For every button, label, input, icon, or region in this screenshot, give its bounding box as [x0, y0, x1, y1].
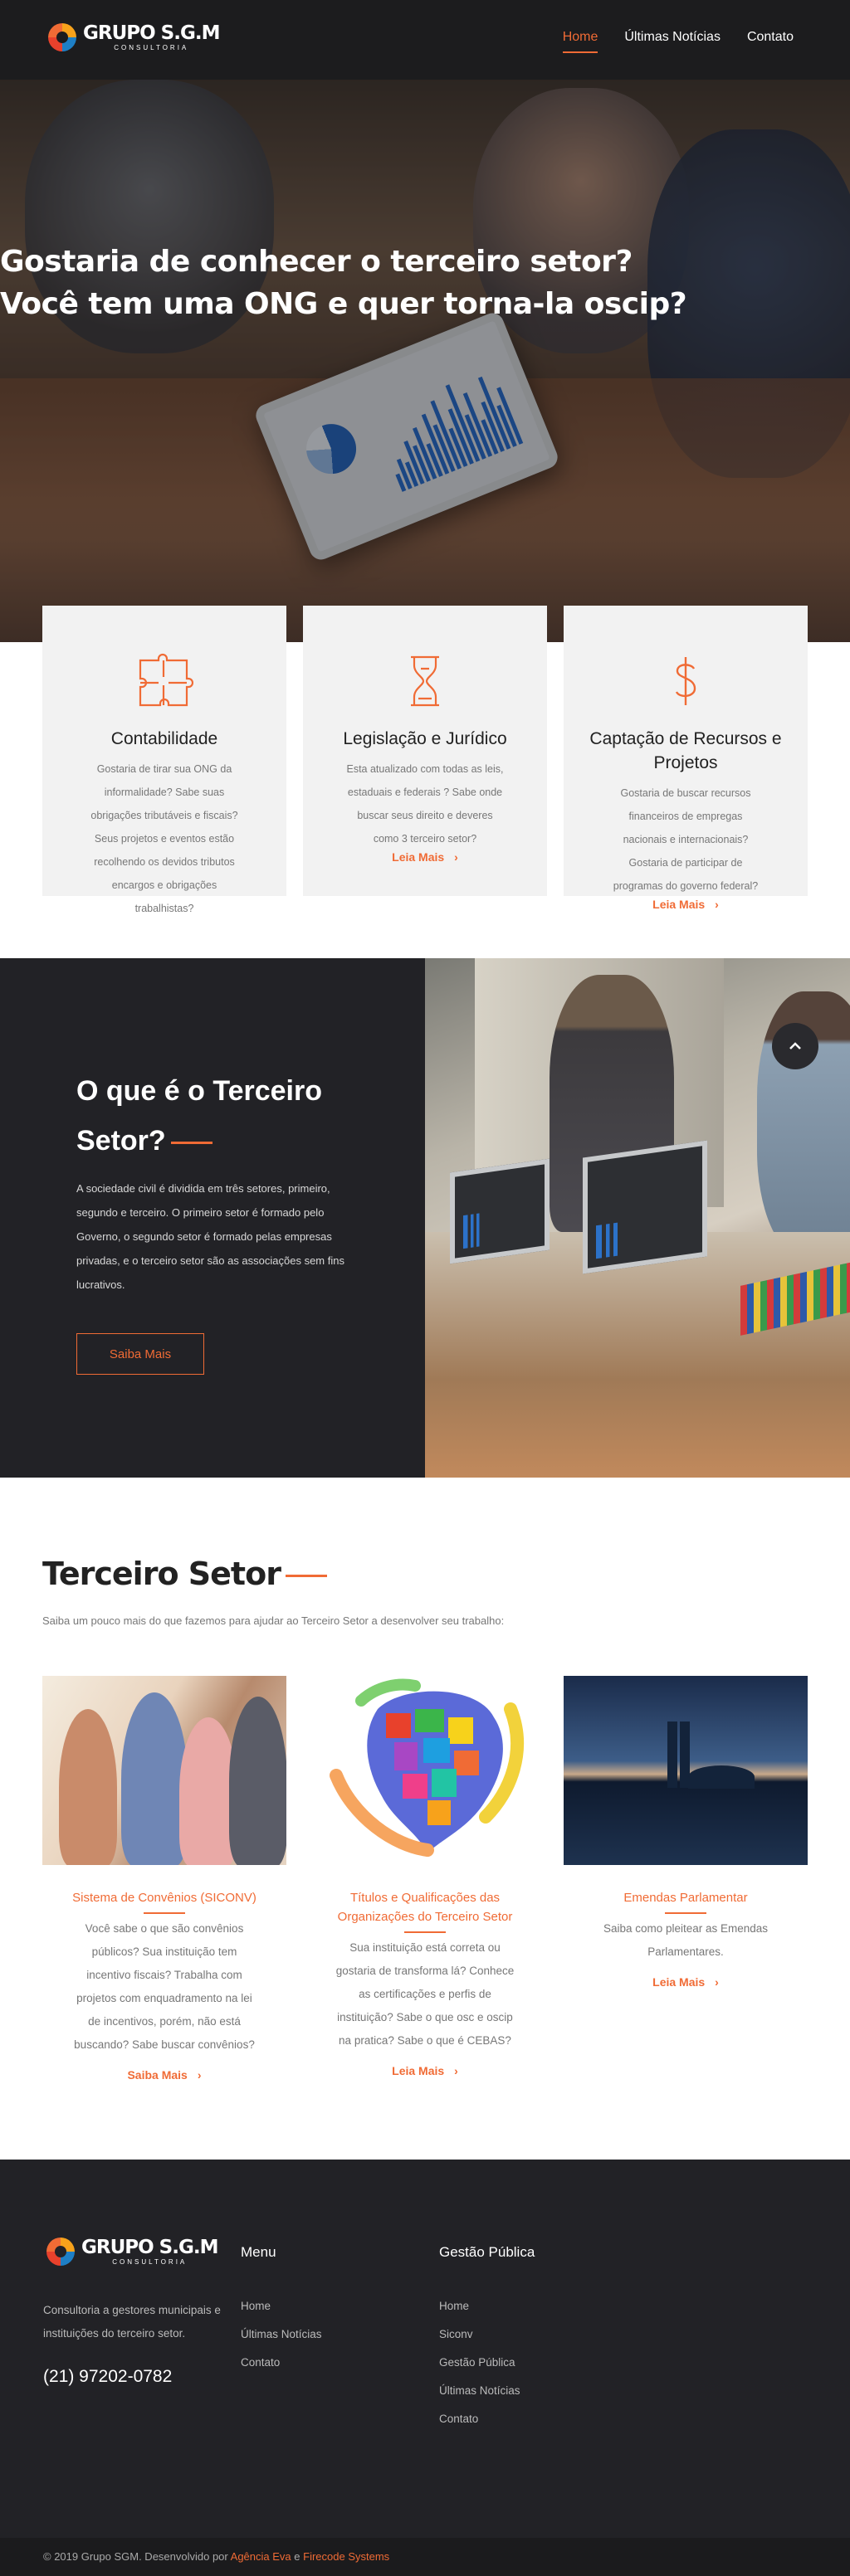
- footer-link-home[interactable]: Home: [241, 2292, 322, 2320]
- read-more-label: Leia Mais: [392, 2064, 445, 2077]
- learn-more-label: Saiba Mais: [127, 2068, 188, 2082]
- footer-gestao: Gestão Pública Home Siconv Gestão Públic…: [439, 2244, 535, 2433]
- post-image-people[interactable]: [42, 1676, 286, 1865]
- service-cards: Contabilidade Gostaria de tirar sua ONG …: [42, 606, 808, 914]
- chevron-right-icon: ›: [715, 898, 719, 911]
- footer-link-siconv[interactable]: Siconv: [439, 2320, 535, 2349]
- chevron-up-icon: [789, 1042, 801, 1049]
- posts-grid: Sistema de Convênios (SICONV) Você sabe …: [42, 1676, 808, 2083]
- title-underline: [404, 1931, 446, 1933]
- about-title: O que é o Terceiro Setor?: [76, 1066, 375, 1166]
- chevron-right-icon: ›: [715, 1975, 719, 1989]
- nav-latest-news[interactable]: Últimas Notícias: [624, 30, 721, 45]
- agency-eva-link[interactable]: Agência Eva: [231, 2550, 291, 2563]
- learn-more-button[interactable]: Saiba Mais: [76, 1333, 204, 1375]
- post-text: Sua instituição está correta ou gostaria…: [335, 1941, 515, 2047]
- chevron-right-icon: ›: [197, 2068, 202, 2082]
- footer-menu-title: Menu: [241, 2244, 276, 2260]
- read-more-label: Leia Mais: [652, 898, 706, 911]
- footer-phone[interactable]: (21) 97202-0782: [43, 2367, 172, 2387]
- card-text: Esta atualizado com todas as leis, estad…: [346, 763, 504, 845]
- read-more-label: Leia Mais: [392, 850, 445, 864]
- chevron-right-icon: ›: [454, 850, 458, 864]
- title-underline: [144, 1912, 185, 1914]
- brand-tagline: CONSULTORIA: [112, 2257, 188, 2266]
- footer-link-contact[interactable]: Contato: [241, 2349, 322, 2377]
- footer-link-latest-news[interactable]: Últimas Notícias: [241, 2320, 322, 2349]
- footer-link-latest-news[interactable]: Últimas Notícias: [439, 2377, 535, 2405]
- footer-gestao-title: Gestão Pública: [439, 2244, 535, 2260]
- title-underline: [170, 1141, 212, 1144]
- card-text: Gostaria de buscar recursos financeiros …: [613, 787, 759, 892]
- brand-name: GRUPO S.G.M: [83, 22, 220, 44]
- post-title[interactable]: Sistema de Convênios (SICONV): [42, 1888, 286, 1907]
- copyright-bar: © 2019 Grupo SGM. Desenvolvido por Agênc…: [0, 2538, 850, 2576]
- read-more-link[interactable]: Leia Mais ›: [392, 2064, 458, 2077]
- card-captacao: Captação de Recursos e Projetos Gostaria…: [564, 606, 808, 911]
- read-more-link[interactable]: Leia Mais ›: [652, 898, 719, 911]
- hero-overlay: [0, 80, 850, 642]
- title-underline: [665, 1912, 706, 1914]
- learn-more-link[interactable]: Saiba Mais ›: [127, 2068, 201, 2082]
- read-more-link[interactable]: Leia Mais ›: [392, 850, 458, 864]
- post-card: Títulos e Qualificações das Organizações…: [303, 1676, 547, 2083]
- brand-logo[interactable]: GRUPO S.G.M CONSULTORIA: [45, 20, 220, 55]
- read-more-link[interactable]: Leia Mais ›: [652, 1975, 719, 1989]
- hero-title-line-2: Você tem uma ONG e quer torna-la oscip?: [0, 287, 687, 321]
- footer-link-gestao-publica[interactable]: Gestão Pública: [439, 2349, 535, 2377]
- post-card: Sistema de Convênios (SICONV) Você sabe …: [42, 1676, 286, 2083]
- copyright-label: © 2019 Grupo SGM. Desenvolvido por: [43, 2550, 228, 2563]
- hero-banner: Gostaria de conhecer o terceiro setor? V…: [0, 80, 850, 642]
- title-underline: [285, 1575, 327, 1577]
- section-title: Terceiro Setor: [42, 1556, 327, 1592]
- post-image-brazil-map[interactable]: [303, 1676, 547, 1865]
- top-navbar: GRUPO S.G.M CONSULTORIA Home Últimas Not…: [0, 0, 850, 80]
- footer-menu: Menu Home Últimas Notícias Contato: [241, 2244, 322, 2377]
- about-text-panel: O que é o Terceiro Setor? A sociedade ci…: [0, 958, 425, 1478]
- puzzle-icon: [135, 652, 194, 710]
- post-title[interactable]: Emendas Parlamentar: [564, 1888, 808, 1907]
- card-contabilidade: Contabilidade Gostaria de tirar sua ONG …: [42, 606, 286, 914]
- copyright-and: e: [294, 2550, 300, 2563]
- section-title-text: Terceiro Setor: [42, 1556, 281, 1592]
- card-title: Captação de Recursos e Projetos: [589, 729, 782, 772]
- chevron-right-icon: ›: [454, 2064, 458, 2077]
- brand-name: GRUPO S.G.M: [81, 2236, 218, 2258]
- about-text: A sociedade civil é dividida em três set…: [76, 1182, 344, 1291]
- post-title[interactable]: Títulos e Qualificações das Organizações…: [303, 1888, 547, 1926]
- card-text: Gostaria de tirar sua ONG da informalida…: [90, 763, 238, 914]
- about-section: O que é o Terceiro Setor? A sociedade ci…: [0, 958, 850, 1478]
- post-image-congress[interactable]: [564, 1676, 808, 1865]
- card-title: Contabilidade: [110, 729, 218, 748]
- footer-description: Consultoria a gestores municipais e inst…: [43, 2304, 221, 2340]
- hourglass-icon: [396, 652, 454, 710]
- scroll-to-top-button[interactable]: [772, 1023, 818, 1069]
- dollar-icon: [657, 652, 715, 710]
- nav-home[interactable]: Home: [562, 30, 598, 53]
- logo-mark-icon: [45, 20, 80, 55]
- hero-title-line-1: Gostaria de conhecer o terceiro setor?: [0, 245, 633, 279]
- post-text: Você sabe o que são convênios públicos? …: [74, 1922, 255, 2051]
- section-subtitle: Saiba um pouco mais do que fazemos para …: [42, 1614, 505, 1627]
- read-more-label: Leia Mais: [652, 1975, 706, 1989]
- footer-link-home[interactable]: Home: [439, 2292, 535, 2320]
- hero-title: Gostaria de conhecer o terceiro setor? V…: [0, 241, 687, 325]
- main-menu: Home Últimas Notícias Contato: [562, 30, 794, 53]
- footer-logo[interactable]: GRUPO S.G.M CONSULTORIA: [43, 2234, 218, 2269]
- post-card: Emendas Parlamentar Saiba como pleitear …: [564, 1676, 808, 2083]
- copyright-text: © 2019 Grupo SGM. Desenvolvido por Agênc…: [43, 2550, 389, 2563]
- brand-tagline: CONSULTORIA: [114, 43, 189, 51]
- card-title: Legislação e Jurídico: [343, 729, 507, 748]
- about-title-text: O que é o Terceiro Setor?: [76, 1075, 323, 1157]
- post-text: Saiba como pleitear as Emendas Parlament…: [603, 1922, 769, 1958]
- card-legislacao: Legislação e Jurídico Esta atualizado co…: [303, 606, 547, 896]
- logo-mark-icon: [43, 2234, 78, 2269]
- firecode-link[interactable]: Firecode Systems: [303, 2550, 389, 2563]
- site-footer: GRUPO S.G.M CONSULTORIA Consultoria a ge…: [0, 2160, 850, 2538]
- footer-link-contact[interactable]: Contato: [439, 2405, 535, 2433]
- nav-contact[interactable]: Contato: [747, 30, 794, 45]
